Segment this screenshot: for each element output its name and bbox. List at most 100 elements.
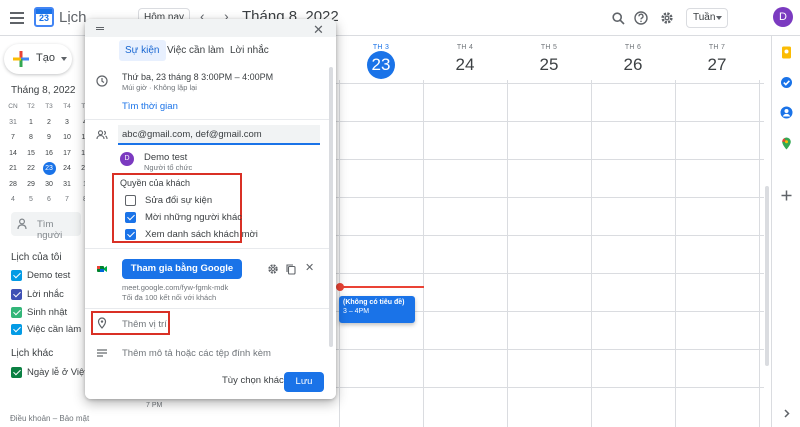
day-column-header[interactable]: TH 7 27	[675, 44, 759, 75]
event-chip[interactable]: (Không có tiêu đề) 3 – 4PM	[339, 296, 415, 323]
close-icon[interactable]: ✕	[313, 22, 324, 38]
keep-icon[interactable]	[780, 46, 793, 59]
day-column-header[interactable]: TH 3 23	[339, 44, 423, 79]
checkbox-checked[interactable]	[11, 307, 22, 318]
app-name: Lịch	[59, 9, 87, 26]
mini-day[interactable]: 6	[40, 192, 58, 208]
chevron-down-icon	[61, 57, 67, 61]
main-scrollbar[interactable]	[765, 36, 769, 366]
mini-day[interactable]: 17	[58, 146, 76, 162]
search-people-input[interactable]: Tìm người	[11, 212, 81, 241]
location-pin-icon	[97, 317, 107, 329]
divider	[85, 119, 329, 120]
mini-day[interactable]: 8	[22, 130, 40, 146]
remove-meet-close-icon[interactable]: ✕	[305, 261, 314, 274]
mini-day[interactable]: 9	[40, 130, 58, 146]
mini-day[interactable]: 31	[4, 115, 22, 131]
tab-task[interactable]: Việc cần làm	[161, 40, 230, 61]
mini-day-header: CN	[8, 103, 18, 110]
event-datetime[interactable]: Thứ ba, 23 tháng 8 3:00PM – 4:00PM	[122, 72, 273, 82]
grid-divider	[339, 80, 340, 427]
dialog-drag-bar[interactable]: ✕	[85, 19, 336, 37]
chevron-down-icon	[716, 16, 722, 20]
other-calendars-heading[interactable]: Lịch khác	[11, 348, 53, 359]
save-button[interactable]: Lưu	[284, 372, 324, 392]
guest-role: Người tổ chức	[144, 163, 193, 172]
mini-calendar-month: Tháng 8, 2022	[11, 85, 76, 96]
mini-day[interactable]: 2	[40, 115, 58, 131]
mini-day-header: T2	[27, 103, 35, 110]
checkbox-checked[interactable]	[125, 212, 136, 223]
grid-divider	[591, 80, 592, 427]
calendar-logo-icon: 23	[34, 7, 54, 27]
current-time-line	[340, 286, 424, 288]
dialog-scrollbar[interactable]	[329, 67, 333, 367]
divider	[85, 248, 329, 249]
mini-day[interactable]: 30	[40, 177, 58, 193]
checkbox-checked[interactable]	[125, 229, 136, 240]
google-meet-icon	[97, 266, 107, 272]
terms-privacy-links[interactable]: Điều khoản – Bảo mật	[10, 414, 89, 423]
tab-reminder[interactable]: Lời nhắc	[224, 40, 275, 61]
more-options-button[interactable]: Tùy chọn khác	[222, 375, 284, 386]
get-addons-plus-icon[interactable]	[780, 189, 793, 202]
main-menu-icon[interactable]	[10, 12, 24, 24]
timezone-recurrence[interactable]: Múi giờ · Không lặp lại	[122, 83, 197, 92]
join-google-meet-button[interactable]: Tham gia bằng Google Meet	[122, 259, 242, 294]
mini-day[interactable]: 14	[4, 146, 22, 162]
grid-divider	[675, 80, 676, 427]
maps-icon[interactable]	[780, 137, 793, 150]
mini-day[interactable]: 7	[4, 130, 22, 146]
mini-day[interactable]: 31	[58, 177, 76, 193]
drag-handle-icon[interactable]	[96, 27, 104, 30]
add-guests-input[interactable]: abc@gmail.com, def@gmail.com	[118, 125, 320, 145]
add-location-input[interactable]: Thêm vị trí	[122, 319, 167, 330]
tasks-icon[interactable]	[780, 76, 793, 89]
meet-capacity-note: Tối đa 100 kết nối với khách	[122, 293, 217, 302]
mini-day[interactable]: 28	[4, 177, 22, 193]
divider	[85, 308, 329, 309]
meet-settings-gear-icon[interactable]	[267, 263, 279, 275]
mini-calendar: CN T2 T3 T4 T5 31 1 2 3 4 7 8 9 10 11 14…	[4, 99, 89, 208]
day-column-header[interactable]: TH 6 26	[591, 44, 675, 75]
time-label: 7 PM	[146, 402, 163, 409]
search-icon[interactable]	[609, 9, 627, 27]
mini-day[interactable]: 3	[58, 115, 76, 131]
help-icon[interactable]	[632, 9, 650, 27]
mini-day[interactable]: 21	[4, 161, 22, 177]
copy-icon[interactable]	[285, 263, 297, 275]
create-button[interactable]: Tạo	[4, 44, 72, 74]
view-selector[interactable]: Tuần	[686, 8, 728, 28]
settings-gear-icon[interactable]	[658, 9, 676, 27]
mini-day[interactable]: 1	[22, 115, 40, 131]
checkbox-unchecked[interactable]	[125, 195, 136, 206]
mini-day-header: T4	[63, 103, 71, 110]
my-calendars-heading[interactable]: Lịch của tôi	[11, 252, 62, 263]
account-avatar[interactable]: D	[773, 7, 793, 27]
description-icon	[97, 349, 107, 357]
meet-link[interactable]: meet.google.com/fyw-fgmk-mdk	[122, 283, 228, 292]
checkbox-checked[interactable]	[11, 324, 22, 335]
mini-day-selected[interactable]: 23	[40, 161, 58, 177]
mini-day[interactable]: 4	[4, 192, 22, 208]
add-description-input[interactable]: Thêm mô tả hoặc các tệp đính kèm	[122, 348, 271, 359]
guest-avatar: D	[120, 152, 134, 166]
mini-day[interactable]: 10	[58, 130, 76, 146]
mini-day[interactable]: 22	[22, 161, 40, 177]
find-time-link[interactable]: Tìm thời gian	[122, 101, 178, 112]
contacts-icon[interactable]	[780, 106, 793, 119]
day-column-header[interactable]: TH 5 25	[507, 44, 591, 75]
tab-event[interactable]: Sự kiện	[119, 40, 166, 61]
mini-day[interactable]: 7	[58, 192, 76, 208]
chevron-right-icon[interactable]	[780, 407, 793, 420]
mini-day[interactable]: 16	[40, 146, 58, 162]
checkbox-checked[interactable]	[11, 289, 22, 300]
checkbox-checked[interactable]	[11, 270, 22, 281]
mini-day[interactable]: 24	[58, 161, 76, 177]
mini-day[interactable]: 15	[22, 146, 40, 162]
mini-day[interactable]: 29	[22, 177, 40, 193]
checkbox-checked[interactable]	[11, 367, 22, 378]
mini-day[interactable]: 5	[22, 192, 40, 208]
grid-divider	[423, 80, 424, 427]
day-column-header[interactable]: TH 4 24	[423, 44, 507, 75]
